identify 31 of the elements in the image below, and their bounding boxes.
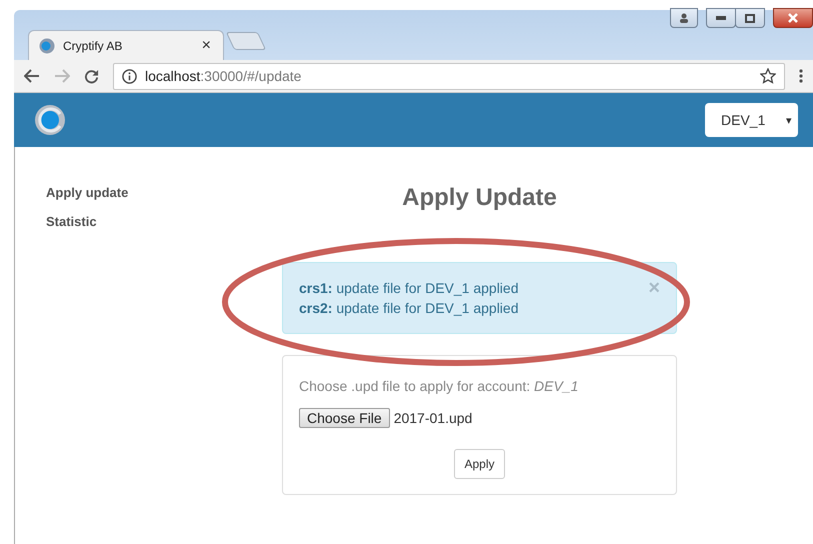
reload-icon[interactable] — [84, 68, 99, 84]
page-title: Apply Update — [402, 184, 557, 212]
user-button[interactable] — [670, 8, 698, 28]
sidebar-link[interactable]: Apply update — [46, 185, 128, 200]
alert-message: crs1: update file for DEV_1 applied — [299, 280, 520, 296]
tab-title: Cryptify AB — [63, 38, 124, 52]
logo-icon — [34, 104, 66, 136]
menu-icon[interactable] — [799, 69, 803, 83]
maximize-icon — [745, 14, 755, 22]
file-name: 2017-01.upd — [394, 410, 472, 426]
close-icon — [788, 13, 798, 23]
minimize-icon — [716, 16, 726, 20]
account-select[interactable]: DEV_1 ▾ — [705, 103, 798, 137]
info-icon — [122, 68, 137, 84]
apply-button[interactable]: Apply — [454, 449, 505, 479]
alert-message: crs2: update file for DEV_1 applied — [299, 300, 520, 316]
instruction-text: Choose .upd file to apply for account: DEV_1 — [299, 378, 580, 394]
close-icon[interactable]: × — [202, 36, 211, 54]
sidebar-link[interactable]: Statistic — [46, 214, 97, 229]
url-text: localhost:30000/#/update — [145, 68, 302, 84]
user-icon — [679, 13, 689, 23]
caret-icon: ▾ — [786, 114, 792, 126]
maximize-button[interactable] — [735, 8, 765, 28]
star-icon[interactable] — [760, 68, 776, 84]
minimize-button[interactable] — [706, 8, 736, 28]
logo-icon — [39, 38, 55, 54]
back-icon[interactable] — [24, 69, 40, 83]
choose-file-button[interactable]: Choose File — [299, 408, 390, 428]
close-window-button[interactable] — [773, 8, 813, 28]
browser-tab[interactable]: Cryptify AB × — [28, 30, 224, 60]
address-bar[interactable]: localhost:30000/#/update — [113, 62, 785, 90]
